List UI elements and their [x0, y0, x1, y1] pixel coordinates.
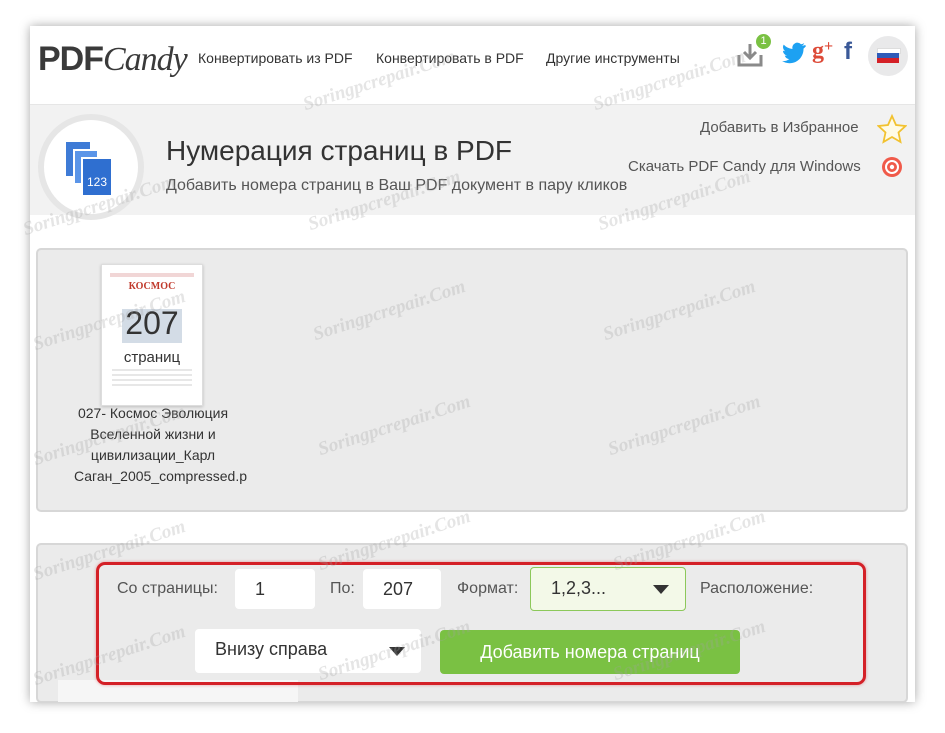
logo-pdf-text: PDF — [38, 40, 104, 78]
page-title: Нумерация страниц в PDF — [166, 135, 513, 166]
russia-flag-icon[interactable] — [868, 36, 908, 76]
file-page-count: 207 — [125, 305, 179, 341]
page-subtitle: Добавить номера страниц в Ваш PDF докуме… — [166, 177, 628, 194]
top-navigation-bar: PDFCandy Конвертировать из PDF Конвертир… — [30, 26, 915, 105]
thumb-book-title: КОСМОС — [128, 281, 176, 292]
nav-other-tools[interactable]: Другие инструменты — [546, 50, 680, 66]
highlight-frame — [96, 562, 866, 685]
file-name-line: Саган_2005_compressed.p — [74, 468, 248, 484]
logo-candy-text: Candy — [103, 41, 188, 78]
file-thumbnail[interactable]: КОСМОС 207 страниц — [101, 264, 203, 406]
download-badge: 1 — [756, 34, 771, 49]
app-window: PDFCandy Конвертировать из PDF Конвертир… — [30, 26, 915, 702]
pages-123-icon: 123 — [66, 142, 113, 197]
file-name-line: цивилизации_Карл — [90, 447, 216, 463]
download-icon[interactable]: 1 — [736, 34, 771, 70]
thumb-header-strip — [110, 273, 194, 277]
tool-icon-circle: 123 — [38, 114, 144, 220]
facebook-icon[interactable]: f — [844, 38, 858, 65]
nav-convert-from-pdf[interactable]: Конвертировать из PDF — [198, 50, 353, 66]
file-page-count-label: страниц — [123, 349, 181, 366]
tool-icon-text: 123 — [87, 175, 107, 189]
windows-app-icon[interactable] — [881, 156, 903, 178]
google-plus-icon[interactable]: g+ — [812, 38, 838, 64]
file-name-line: 027- Космос Эволюция — [77, 405, 229, 421]
uploaded-files-panel: КОСМОС 207 страниц 027- Космос Эволюция … — [36, 248, 908, 512]
thumb-text-lines — [112, 369, 192, 387]
download-windows-link[interactable]: Скачать PDF Candy для Windows — [628, 158, 861, 175]
nav-convert-to-pdf[interactable]: Конвертировать в PDF — [376, 50, 524, 66]
twitter-icon[interactable] — [782, 42, 806, 64]
pdfcandy-logo[interactable]: PDFCandy — [38, 40, 188, 79]
file-name: 027- Космос Эволюция Вселенной жизни и ц… — [74, 403, 248, 487]
add-favorite-link[interactable]: Добавить в Избранное — [700, 119, 859, 136]
file-name-line: Вселенной жизни и — [90, 426, 216, 442]
star-icon[interactable] — [876, 113, 908, 144]
tool-header: 123 Нумерация страниц в PDF Добавить ном… — [30, 105, 915, 220]
